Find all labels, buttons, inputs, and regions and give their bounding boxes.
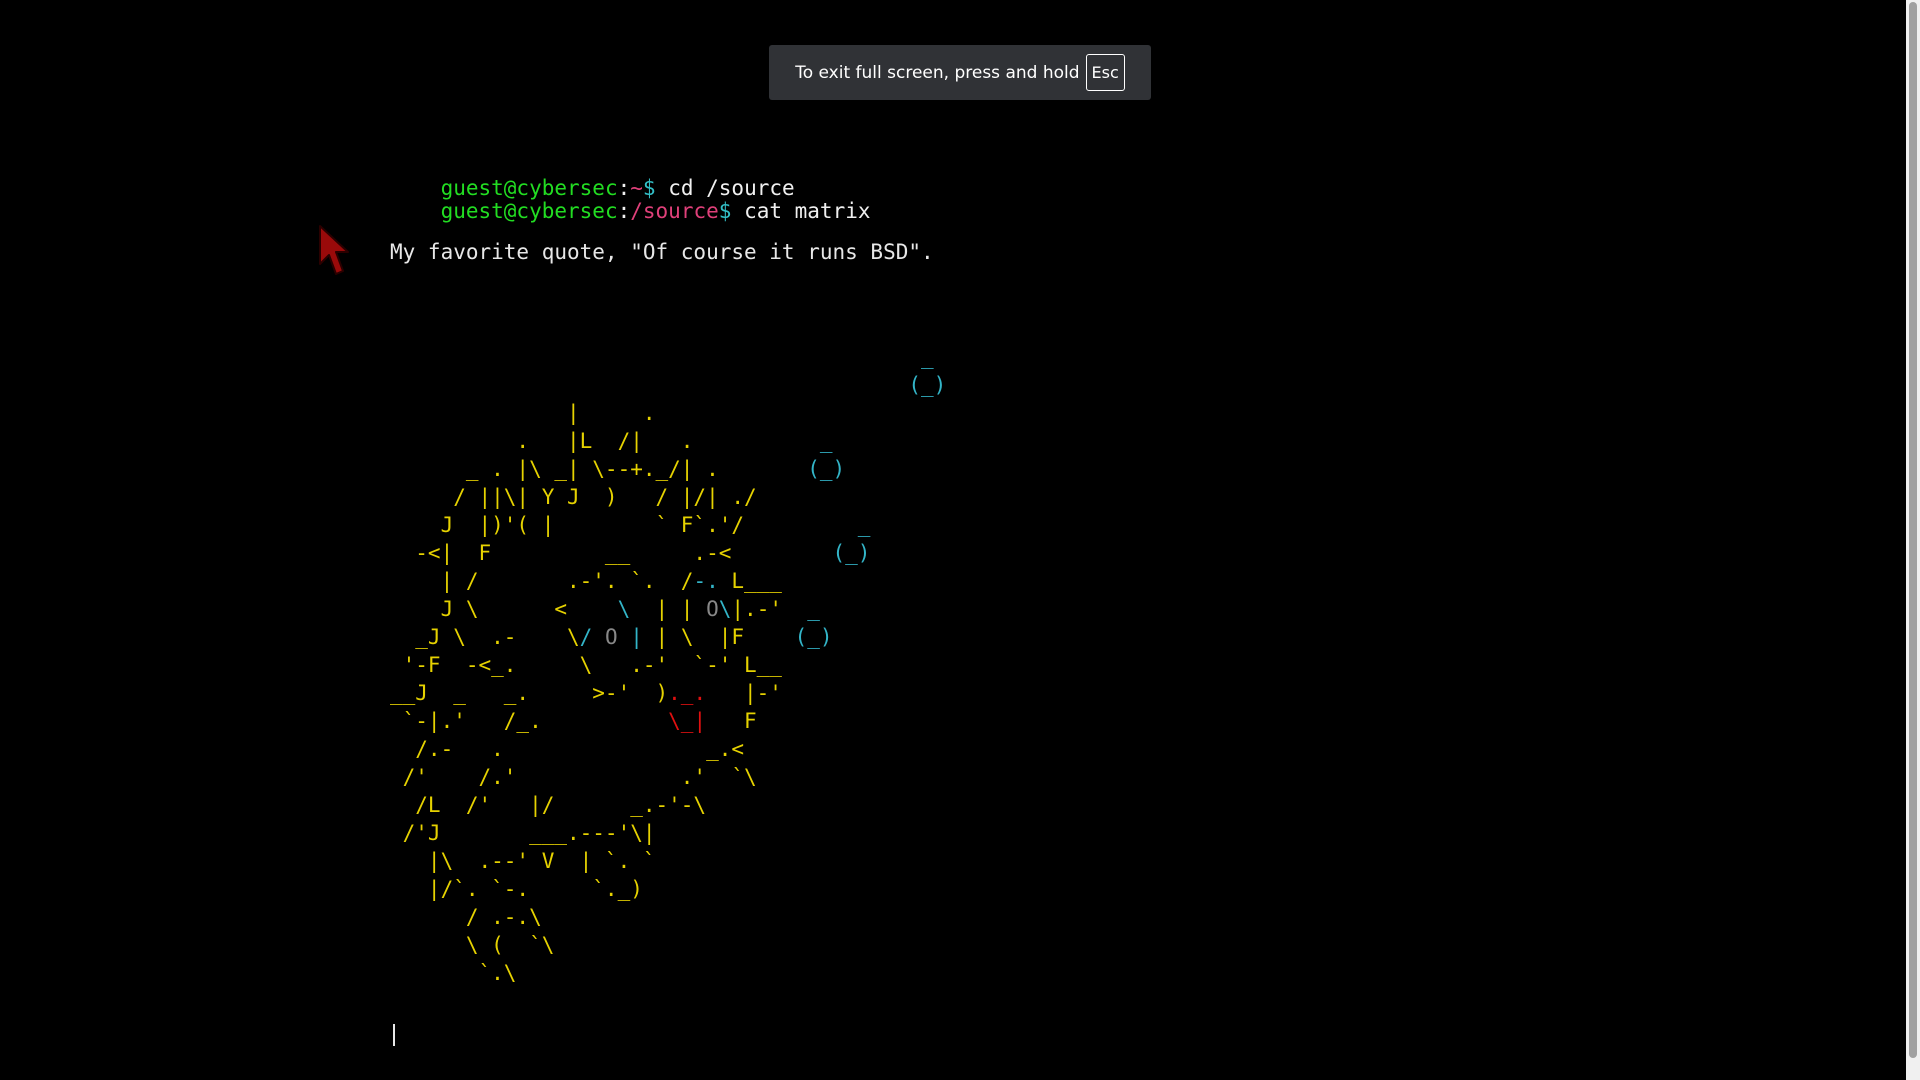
input-caret[interactable] — [393, 1024, 395, 1046]
ascii-art-segment: _ — [781, 597, 820, 621]
ascii-art-segment: /.- . _.< — [390, 737, 745, 761]
ascii-art-segment: |\ .--' V | `. ` — [390, 849, 656, 873]
ascii-art-segment: -. — [693, 569, 719, 593]
ascii-art-segment: `.\ — [390, 961, 517, 985]
ascii-art-segment: \ — [617, 597, 631, 621]
ascii-art-segment: /'J ___.---'\| — [390, 821, 656, 845]
ascii-art-segment: _J \ .- \ — [390, 625, 580, 649]
ascii-art-bsd-daemon: _ (_) | . . |L /| . _ _ . |\ _| \--+._/|… — [390, 343, 946, 987]
ascii-art-segment: -<| F __ .-< — [390, 541, 732, 565]
mouse-pointer-icon — [319, 225, 349, 275]
ascii-art-segment: (_) — [744, 625, 833, 649]
scrollbar[interactable] — [1906, 0, 1920, 1080]
ascii-art-segment: | / .-'. `. / — [390, 569, 694, 593]
ascii-art-segment: '-F -<_. \ .-' `-' L__ — [390, 653, 782, 677]
ascii-art-segment: O — [706, 597, 719, 621]
ascii-art-segment: | \ |F — [642, 625, 745, 649]
ascii-art-segment: | | — [630, 597, 707, 621]
prompt-path: /source — [630, 199, 719, 223]
prompt-user: guest@cybersec — [440, 199, 618, 223]
fullscreen-notice-text: To exit full screen, press and hold — [795, 62, 1080, 83]
ascii-art-segment: \ — [718, 597, 732, 621]
ascii-art-segment: `-|.' /_. — [390, 709, 669, 733]
ascii-art-segment: O — [604, 625, 618, 649]
ascii-art-segment: /L /' |/ _.-'-\ — [390, 793, 707, 817]
ascii-art-segment: | . — [390, 401, 656, 425]
ascii-art-segment: / ||\| Y J ) / |/| ./ — [390, 485, 757, 509]
fullscreen-exit-notice: To exit full screen, press and hold Esc — [769, 45, 1151, 100]
ascii-art-segment: J \ < — [390, 597, 618, 621]
command-text: cat matrix — [731, 199, 871, 223]
ascii-art-segment: _ — [693, 429, 833, 453]
quote-output: My favorite quote, "Of course it runs BS… — [390, 240, 934, 264]
ascii-art-segment: |.-' — [731, 597, 782, 621]
ascii-art-segment: /' /.' .' `\ — [390, 765, 757, 789]
ascii-art-segment: (_) — [718, 457, 846, 481]
ascii-art-segment: \_| — [668, 709, 707, 733]
ascii-art-segment: __J _ _. >-' ) — [390, 681, 669, 705]
ascii-art-segment: (_) — [731, 541, 871, 565]
ascii-art-segment: . |L /| . — [390, 429, 694, 453]
prompt-dollar: $ — [718, 199, 732, 223]
ascii-art-segment: (_) — [390, 373, 947, 397]
ascii-art-segment: |/`. `-. `._) — [390, 877, 643, 901]
ascii-art-segment: |-' — [706, 681, 782, 705]
ascii-art-segment: J |)'( | ` F`.'/ — [390, 513, 745, 537]
terminal-window[interactable]: guest@cybersec:~$ cd /source guest@cyber… — [0, 0, 1906, 1080]
ascii-art-segment: | — [617, 625, 643, 649]
ascii-art-segment: / — [579, 625, 605, 649]
scrollbar-thumb[interactable] — [1909, 2, 1917, 1058]
ascii-art-segment: F — [706, 709, 757, 733]
ascii-art-segment: _ — [390, 345, 934, 369]
ascii-art-segment: L___ — [718, 569, 782, 593]
esc-key-badge: Esc — [1085, 54, 1125, 91]
ascii-art-segment: / .-.\ — [390, 905, 542, 929]
prompt-separator: : — [617, 199, 631, 223]
ascii-art-segment: \ ( `\ — [390, 933, 555, 957]
ascii-art-segment: _ . |\ _| \--+._/| . — [390, 457, 719, 481]
ascii-art-segment: _ — [744, 513, 871, 537]
ascii-art-segment: ._. — [668, 681, 707, 705]
